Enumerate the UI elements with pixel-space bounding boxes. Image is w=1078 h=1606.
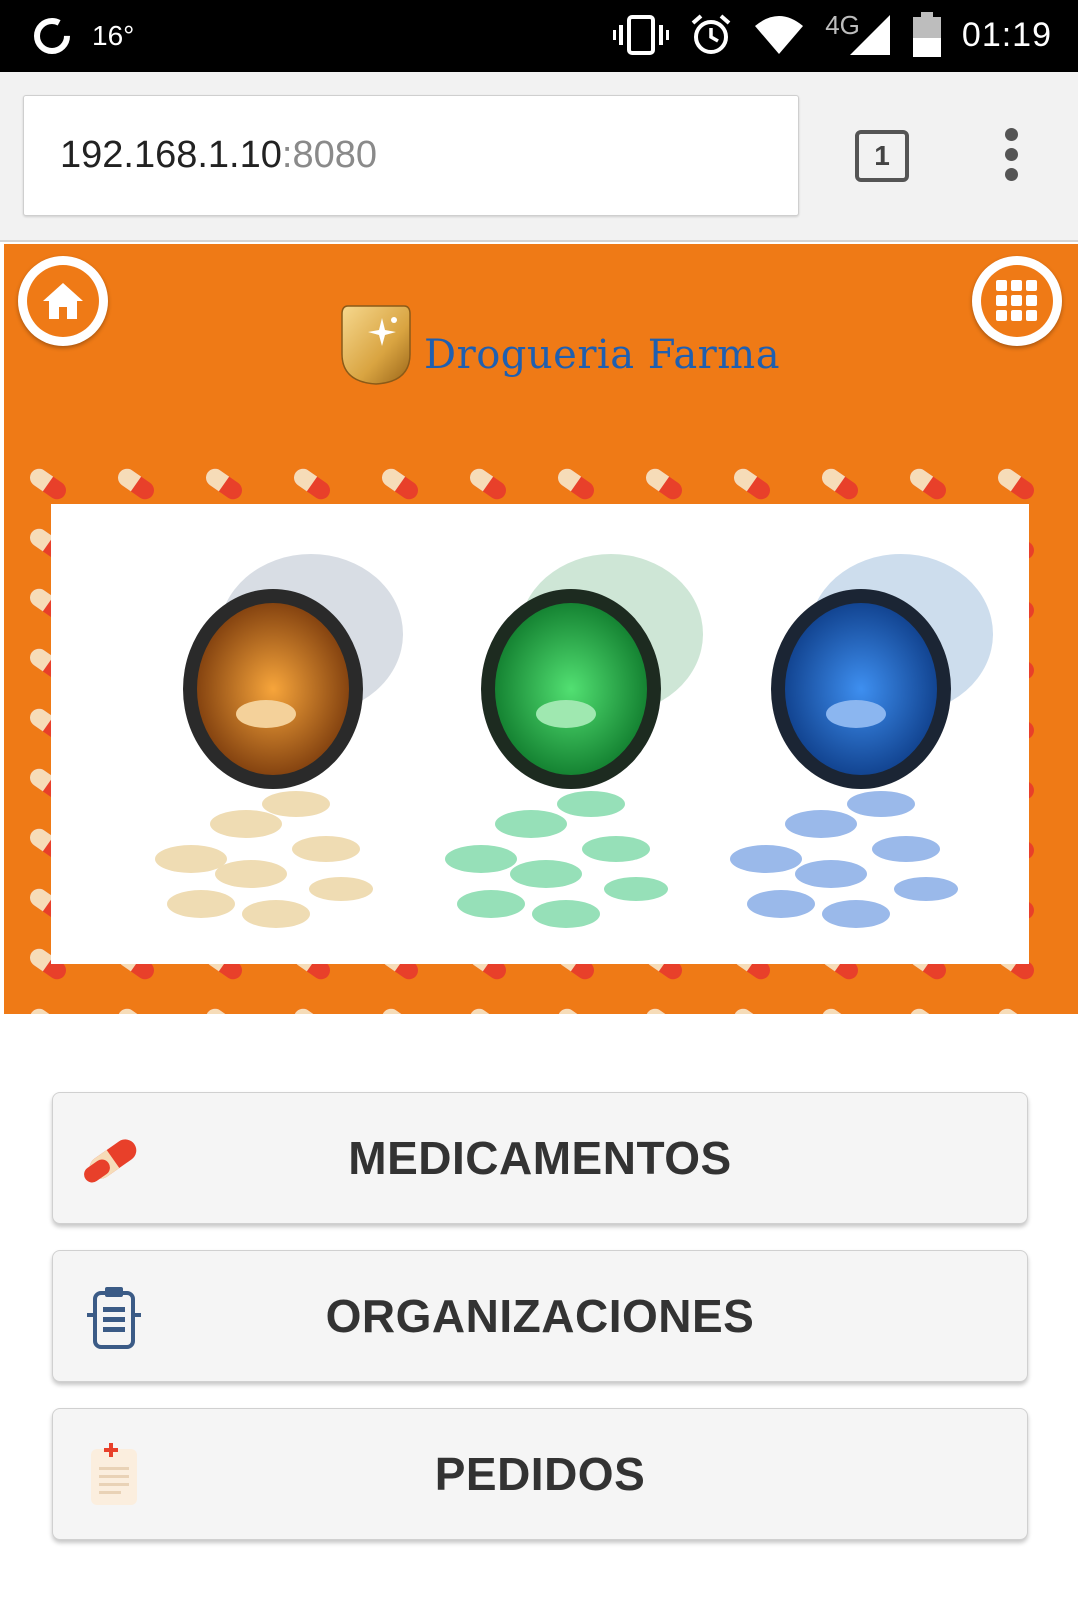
blue-bottle: [730, 554, 993, 928]
url-text[interactable]: 192.168.1.10:8080: [60, 134, 377, 177]
main-menu: MEDICAMENTOS ORGANIZACIONES PEDIDOS: [52, 1092, 1028, 1566]
pedidos-button[interactable]: PEDIDOS: [52, 1408, 1028, 1540]
status-bar-right: 4G 01:19: [593, 10, 1052, 60]
brand-logo: Drogueria Farma: [340, 302, 780, 386]
tab-switcher-button[interactable]: 1: [855, 130, 909, 182]
vibrate-icon: [613, 15, 670, 55]
brand-name: Drogueria Farma: [424, 332, 781, 378]
building-icon: [87, 1287, 141, 1349]
logo-badge-icon: [341, 305, 411, 385]
network-type: 4G: [825, 9, 860, 40]
browser-toolbar: 192.168.1.10:8080 1: [0, 72, 1078, 242]
status-bar-left: 16°: [30, 14, 134, 58]
menu-item-label: MEDICAMENTOS: [348, 1132, 732, 1184]
temperature-text: 16°: [92, 20, 135, 51]
home-button[interactable]: [18, 256, 108, 346]
orange-bottle: [155, 554, 403, 928]
organizaciones-button[interactable]: ORGANIZACIONES: [52, 1250, 1028, 1382]
sync-icon: [34, 18, 70, 54]
pill-bottles-photo: [155, 554, 993, 928]
menu-item-label: ORGANIZACIONES: [325, 1290, 755, 1342]
menu-item-label: PEDIDOS: [434, 1448, 646, 1500]
wifi-icon: [755, 16, 804, 54]
green-bottle: [445, 554, 703, 928]
apps-menu-button[interactable]: [972, 256, 1062, 346]
battery-icon: [912, 12, 941, 57]
pill-icon: [84, 1139, 137, 1183]
grid-menu-icon: [996, 280, 1037, 321]
status-bar: 16° 4G 01:19: [0, 0, 1078, 72]
overflow-menu-icon[interactable]: [996, 128, 1026, 188]
page-header: Drogueria Farma: [4, 244, 1078, 1014]
url-port: :8080: [281, 134, 377, 176]
tab-count: 1: [874, 140, 890, 171]
clock: 01:19: [961, 15, 1052, 54]
medicamentos-button[interactable]: MEDICAMENTOS: [52, 1092, 1028, 1224]
hero-image: [51, 504, 1029, 964]
url-host: 192.168.1.10: [60, 134, 282, 176]
alarm-icon: [691, 14, 731, 54]
order-clipboard-icon: [91, 1443, 137, 1505]
home-icon: [43, 283, 83, 319]
url-bar[interactable]: 192.168.1.10:8080: [23, 95, 799, 216]
